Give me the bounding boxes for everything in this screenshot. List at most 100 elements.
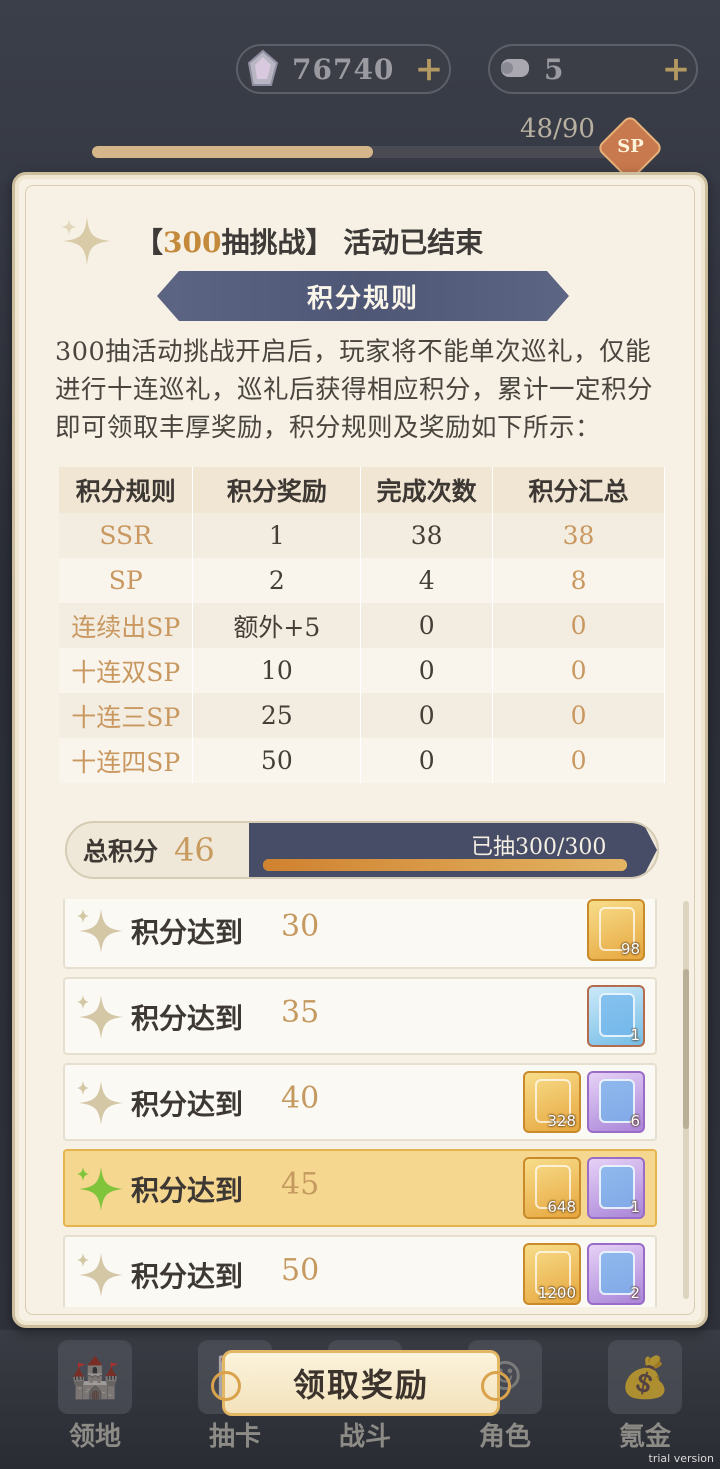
title-rest: 抽挑战】 活动已结束 [221,226,484,259]
sparkle-icon [77,1081,123,1125]
sparkle-icon [77,1167,123,1211]
sparkle-icon [61,217,111,265]
nav-territory[interactable]: 🏰 领地 [40,1340,150,1453]
rule-reward-cell: 额外+5 [192,603,362,648]
rule-count-cell: 0 [360,603,494,648]
item-count: 648 [547,1198,576,1216]
nav-label-gacha: 抽卡 [208,1422,261,1452]
reward-row[interactable]: 积分达到 50 1200 2 [63,1235,657,1307]
rule-count-cell: 0 [360,693,494,738]
gold-ticket-item[interactable]: 98 [587,899,645,961]
gold-ticket-item[interactable]: 1200 [523,1243,581,1305]
total-points-label: 总积分 [83,837,159,866]
reward-label: 积分达到 [131,916,244,949]
reward-label: 积分达到 [131,1002,244,1035]
claim-rewards-label: 领取奖励 [292,1366,429,1404]
blue-ticket-item[interactable]: 2 [587,1243,645,1305]
add-crystal-button[interactable]: + [409,49,449,89]
rule-total-cell: 0 [492,693,665,738]
item-count: 98 [620,940,640,958]
scrollbar-thumb[interactable] [683,969,689,1129]
nav-label-territory: 领地 [68,1422,121,1452]
crystal-icon [240,46,286,92]
rule-count-cell: 0 [360,738,494,783]
item-count: 1 [630,1026,640,1044]
sp-badge-label: SP [617,135,644,157]
rule-name-cell: 连续出SP [59,603,194,648]
rule-reward-cell: 50 [192,738,362,783]
reward-row[interactable]: 积分达到 35 1 [63,977,657,1055]
total-points-value: 46 [174,831,215,869]
reward-row[interactable]: 积分达到 40 328 6 [63,1063,657,1141]
rules-table-row: SSR 1 38 38 [59,513,665,558]
castle-icon: 🏰 [58,1340,132,1414]
reward-label: 积分达到 [131,1088,244,1121]
claim-rewards-button[interactable]: 领取奖励 [211,1350,511,1416]
reward-row[interactable]: 积分达到 45 648 1 [63,1149,657,1227]
pity-progress-bar [92,146,622,158]
rules-description: 300抽活动挑战开启后，玩家将不能单次巡礼，仅能进行十连巡礼，巡礼后获得相应积分… [55,337,654,443]
gold-ticket-item[interactable]: 648 [523,1157,581,1219]
nav-label-battle: 战斗 [338,1422,391,1452]
rules-table: 积分规则 积分奖励 完成次数 积分汇总 SSR 1 38 38 SP 2 4 8 连续出SP 额外… [59,467,665,783]
rule-reward-cell: 10 [192,648,362,693]
rules-table-row: 十连双SP 10 0 0 [59,648,665,693]
nav-label-character: 角色 [478,1422,531,1452]
rule-reward-cell: 1 [192,513,362,558]
item-count: 6 [630,1112,640,1130]
scroll-currency: 5 + [488,44,698,94]
rule-name-cell: 十连三SP [59,693,194,738]
rules-table-header: 积分规则 积分奖励 完成次数 积分汇总 [59,467,665,513]
add-scroll-button[interactable]: + [656,49,696,89]
section-banner: 积分规则 [157,271,569,321]
rule-name-cell: SP [59,558,194,603]
scroll-icon [492,46,538,92]
reward-points: 45 [281,1167,320,1202]
rule-name-cell: 十连四SP [59,738,194,783]
gold-ticket-item[interactable]: 328 [523,1071,581,1133]
challenge-dialog: 【300抽挑战】 活动已结束 积分规则 300抽活动挑战开启后，玩家将不能单次巡… [12,172,708,1328]
crystal-currency: 76740 + [236,44,451,94]
treasure-chest-icon: 💰 [608,1340,682,1414]
nav-shop[interactable]: 💰 氪金 [590,1340,700,1453]
rule-total-cell: 8 [492,558,665,603]
rule-count-cell: 38 [360,513,494,558]
reward-points: 30 [281,909,320,944]
reward-label: 积分达到 [131,1174,244,1207]
header-rule: 积分规则 [59,467,194,513]
reward-list[interactable]: 积分达到 30 98 积分达到 35 1 积分达到 40 328 6 积分达到 45 648 1 积分达到 5… [63,899,667,1307]
rule-total-cell: 0 [492,738,665,783]
reward-label: 积分达到 [131,1260,244,1293]
sparkle-icon [77,995,123,1039]
reward-row[interactable]: 积分达到 30 98 [63,899,657,969]
blue-ticket-item[interactable]: 1 [587,985,645,1047]
sparkle-icon [77,909,123,953]
title-accent: 300 [163,226,222,259]
pity-progress-text: 48/90 [520,114,595,144]
reward-points: 50 [281,1253,320,1288]
blue-ticket-item[interactable]: 6 [587,1071,645,1133]
draw-progress-text: 已抽300/300 [471,835,607,860]
top-bar: 76740 + 5 + 48/90 SP [0,0,720,190]
reward-list-scrollbar[interactable] [683,901,689,1299]
rule-reward-cell: 2 [192,558,362,603]
total-points: 总积分 46 [67,823,247,877]
rule-total-cell: 38 [492,513,665,558]
crystal-value: 76740 [292,52,395,86]
pity-progress-fill [92,146,373,158]
scroll-value: 5 [544,52,565,86]
blue-ticket-item[interactable]: 1 [587,1157,645,1219]
draw-progress-bar [263,859,627,871]
header-total: 积分汇总 [492,467,665,513]
rules-table-row: 十连四SP 50 0 0 [59,738,665,783]
rule-total-cell: 0 [492,648,665,693]
rules-table-row: SP 2 4 8 [59,558,665,603]
header-reward: 积分奖励 [192,467,362,513]
rule-name-cell: 十连双SP [59,648,194,693]
item-count: 328 [547,1112,576,1130]
sparkle-icon [77,1253,123,1297]
section-banner-label: 积分规则 [306,283,419,314]
draw-progress: 已抽300/300 [249,823,657,877]
item-count: 2 [630,1284,640,1302]
reward-points: 35 [281,995,320,1030]
